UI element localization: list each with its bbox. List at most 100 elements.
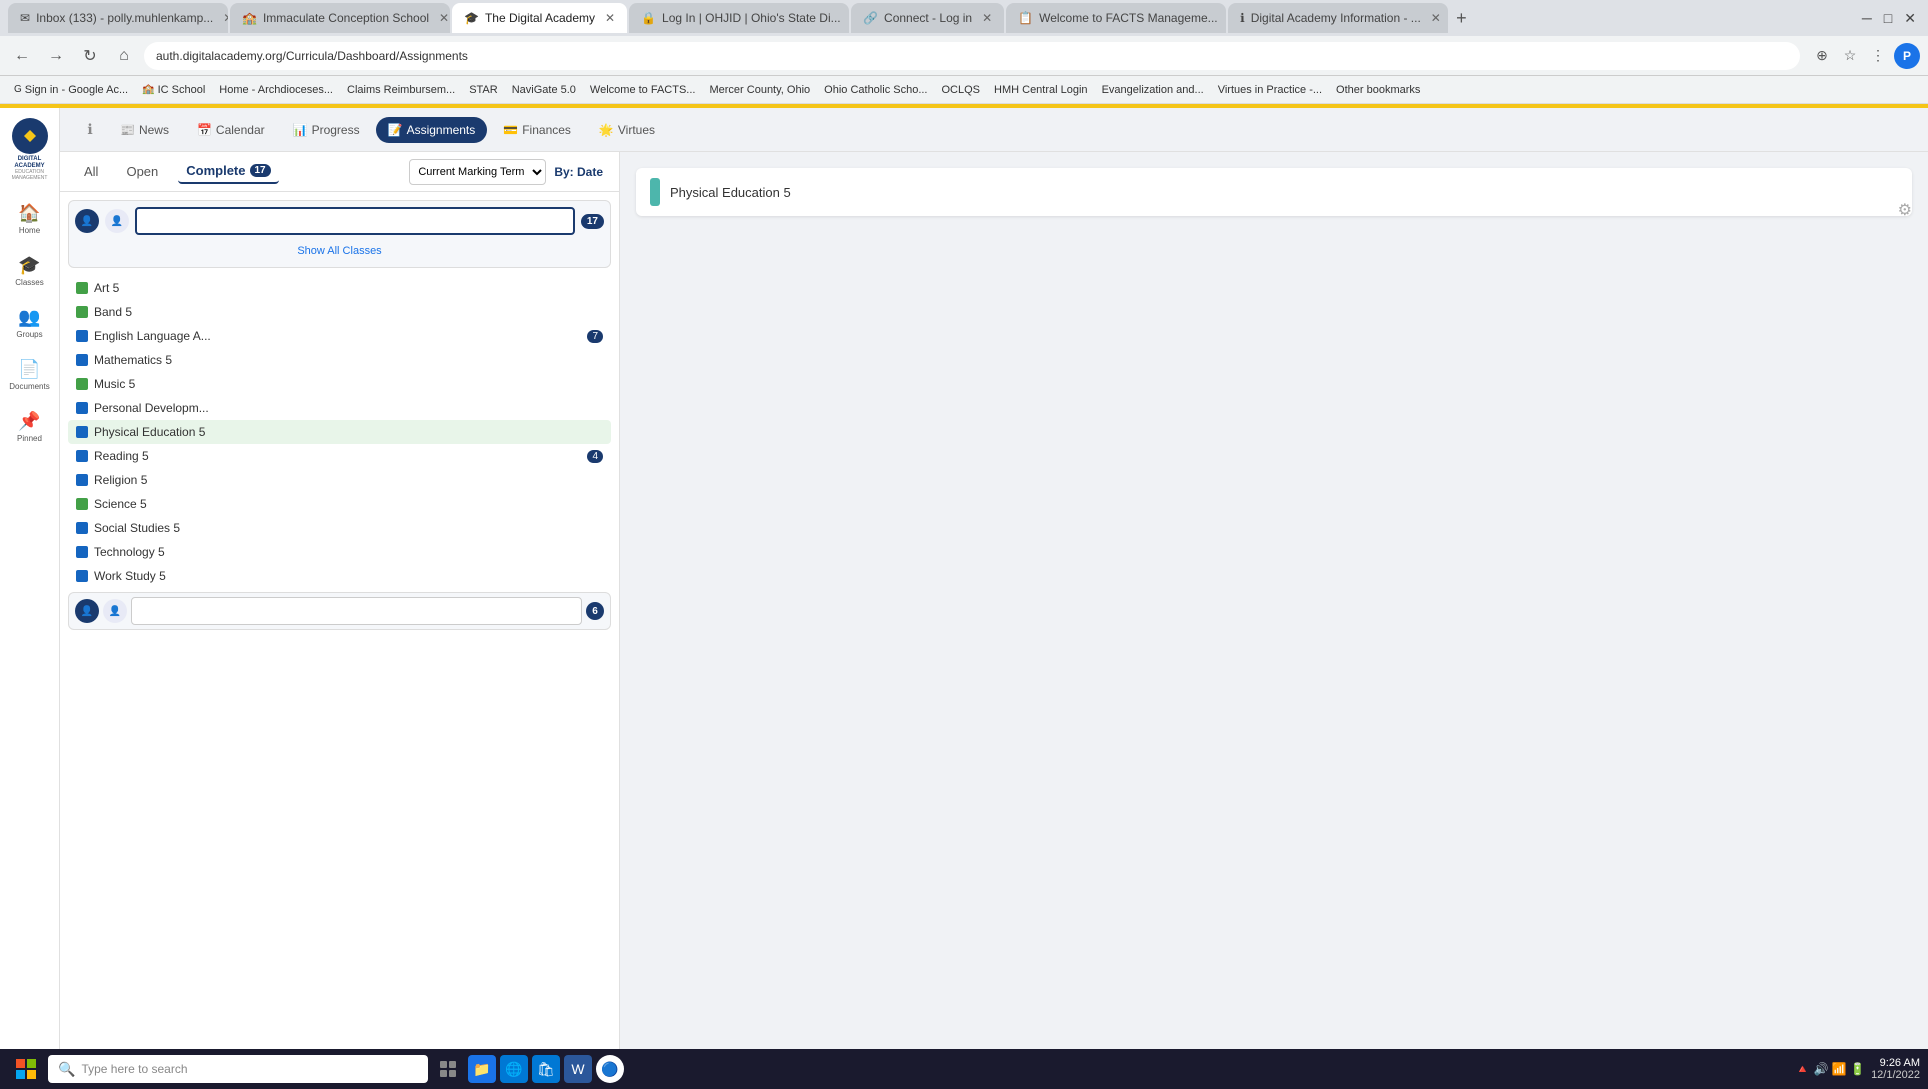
task-view-icon[interactable] — [432, 1053, 464, 1085]
tab-close[interactable]: ✕ — [1431, 11, 1441, 25]
bookmark-evangelization[interactable]: Evangelization and... — [1096, 82, 1210, 98]
class-item-math5[interactable]: Mathematics 5 — [68, 348, 611, 372]
class-item-art5[interactable]: Art 5 — [68, 276, 611, 300]
bookmark-navigate[interactable]: NaviGate 5.0 — [506, 82, 582, 98]
taskbar-clock[interactable]: 9:26 AM 12/1/2022 — [1871, 1057, 1920, 1081]
taskbar-store-icon[interactable]: 🛍 — [532, 1055, 560, 1083]
class-name-label: Physical Education 5 — [94, 425, 205, 439]
bookmark-facts[interactable]: Welcome to FACTS... — [584, 82, 702, 98]
reload-button[interactable]: ↻ — [76, 42, 104, 70]
taskbar-search-box[interactable]: 🔍 Type here to search — [48, 1055, 428, 1083]
nav-info-icon[interactable]: ℹ — [76, 116, 104, 144]
sidebar-item-classes[interactable]: 🎓 Classes — [4, 249, 56, 293]
home-button[interactable]: ⌂ — [110, 42, 138, 70]
sidebar-item-pinned[interactable]: 📌 Pinned — [4, 405, 56, 449]
tab-close[interactable]: ✕ — [605, 11, 615, 25]
assignment-item[interactable]: Physical Education 5 — [636, 168, 1912, 216]
top-class-selector: 👤 👤 17 Show All Classes — [68, 200, 611, 268]
minimize-button[interactable]: ─ — [1858, 10, 1876, 27]
class-item-ela5[interactable]: English Language A... 7 — [68, 324, 611, 348]
bookmark-hmh[interactable]: HMH Central Login — [988, 82, 1094, 98]
student-avatar-bottom2: 👤 — [103, 599, 127, 623]
class-item-science5[interactable]: Science 5 — [68, 492, 611, 516]
taskbar-chrome-icon[interactable]: 🔵 — [596, 1055, 624, 1083]
tab-connect[interactable]: 🔗 Connect - Log in ✕ — [851, 3, 1004, 33]
tab-close[interactable]: ✕ — [223, 11, 228, 25]
filter-all[interactable]: All — [76, 160, 106, 183]
tab-facts[interactable]: 📋 Welcome to FACTS Manageme... ✕ — [1006, 3, 1226, 33]
right-settings-icon[interactable]: ⚙ — [1898, 200, 1912, 220]
filter-open[interactable]: Open — [118, 160, 166, 183]
class-item-pe5[interactable]: Physical Education 5 — [68, 420, 611, 444]
by-date-button[interactable]: By: Date — [554, 165, 603, 179]
close-button[interactable]: ✕ — [1900, 10, 1920, 27]
tab-digital-academy[interactable]: 🎓 The Digital Academy ✕ — [452, 3, 627, 33]
class-item-workstudy5[interactable]: Work Study 5 — [68, 564, 611, 588]
sidebar-item-home[interactable]: 🏠 Home — [4, 197, 56, 241]
bookmark-google[interactable]: G Sign in - Google Ac... — [8, 82, 134, 98]
settings-icon[interactable]: ⋮ — [1866, 44, 1890, 68]
tab-da-info[interactable]: ℹ Digital Academy Information - ... ✕ — [1228, 3, 1448, 33]
show-all-classes-link[interactable]: Show All Classes — [75, 241, 604, 261]
class-item-band5[interactable]: Band 5 — [68, 300, 611, 324]
class-item-reading5[interactable]: Reading 5 4 — [68, 444, 611, 468]
profile-avatar[interactable]: P — [1894, 43, 1920, 69]
tab-favicon: 🔒 — [641, 11, 656, 25]
class-item-social5[interactable]: Social Studies 5 — [68, 516, 611, 540]
start-button[interactable] — [8, 1054, 44, 1084]
bookmark-label: IC School — [158, 84, 206, 96]
bookmark-oclqs[interactable]: OCLQS — [936, 82, 987, 98]
student-avatar2: 👤 — [105, 209, 129, 233]
forward-button[interactable]: → — [42, 42, 70, 70]
tab-calendar[interactable]: 📅 Calendar — [185, 117, 277, 143]
marking-term-select[interactable]: Current Marking Term — [409, 159, 546, 185]
tab-progress[interactable]: 📊 Progress — [281, 117, 372, 143]
filter-complete[interactable]: Complete 17 — [178, 159, 278, 184]
taskbar-explorer-icon[interactable]: 📁 — [468, 1055, 496, 1083]
bookmark-ic-school[interactable]: 🏫 IC School — [136, 82, 211, 98]
tab-school[interactable]: 🏫 Immaculate Conception School ✕ — [230, 3, 450, 33]
word-icon: W — [571, 1061, 584, 1077]
extensions-icon[interactable]: ⊕ — [1810, 44, 1834, 68]
tab-news[interactable]: 📰 News — [108, 117, 181, 143]
bookmark-virtues[interactable]: Virtues in Practice -... — [1212, 82, 1328, 98]
sidebar-item-label: Home — [19, 226, 40, 235]
assignment-name: Physical Education 5 — [670, 185, 791, 200]
bookmark-archdiocese[interactable]: Home - Archdioceses... — [213, 82, 339, 98]
class-item-music5[interactable]: Music 5 — [68, 372, 611, 396]
class-color-indicator — [76, 330, 88, 342]
tab-ohjid[interactable]: 🔒 Log In | OHJID | Ohio's State Di... ✕ — [629, 3, 849, 33]
bookmark-ohio-catholic[interactable]: Ohio Catholic Scho... — [818, 82, 933, 98]
sidebar-item-groups[interactable]: 👥 Groups — [4, 301, 56, 345]
task-view-svg — [439, 1060, 457, 1078]
bookmark-other[interactable]: Other bookmarks — [1330, 82, 1426, 98]
maximize-button[interactable]: □ — [1880, 10, 1896, 27]
sidebar-item-documents[interactable]: 📄 Documents — [4, 353, 56, 397]
bookmark-star[interactable]: STAR — [463, 82, 504, 98]
bookmark-claims[interactable]: Claims Reimbursem... — [341, 82, 461, 98]
bottom-class-input[interactable] — [131, 597, 582, 625]
bookmark-label: Other bookmarks — [1336, 84, 1420, 96]
tab-virtues[interactable]: 🌟 Virtues — [587, 117, 667, 143]
address-input[interactable] — [144, 42, 1800, 70]
tab-close[interactable]: ✕ — [439, 11, 449, 25]
class-item-personal5[interactable]: Personal Developm... — [68, 396, 611, 420]
tab-close[interactable]: ✕ — [982, 11, 992, 25]
app-logo[interactable]: DIGITAL ACADEMY EDUCATION MANAGEMENT — [5, 118, 55, 181]
tab-gmail[interactable]: ✉ Inbox (133) - polly.muhlenkamp... ✕ — [8, 3, 228, 33]
new-tab-button[interactable]: + — [1450, 8, 1473, 29]
class-name-input[interactable] — [135, 207, 575, 235]
class-name-label: Science 5 — [94, 497, 147, 511]
tab-assignments[interactable]: 📝 Assignments — [376, 117, 488, 143]
bookmark-mercer[interactable]: Mercer County, Ohio — [703, 82, 816, 98]
class-item-religion5[interactable]: Religion 5 — [68, 468, 611, 492]
taskbar-word-icon[interactable]: W — [564, 1055, 592, 1083]
edge-icon: 🌐 — [505, 1061, 522, 1078]
tab-finances[interactable]: 💳 Finances — [491, 117, 583, 143]
bookmark-icon[interactable]: ☆ — [1838, 44, 1862, 68]
back-button[interactable]: ← — [8, 42, 36, 70]
class-item-tech5[interactable]: Technology 5 — [68, 540, 611, 564]
class-badge: 7 — [587, 330, 603, 343]
tab-label: Assignments — [407, 123, 476, 137]
taskbar-edge-icon[interactable]: 🌐 — [500, 1055, 528, 1083]
